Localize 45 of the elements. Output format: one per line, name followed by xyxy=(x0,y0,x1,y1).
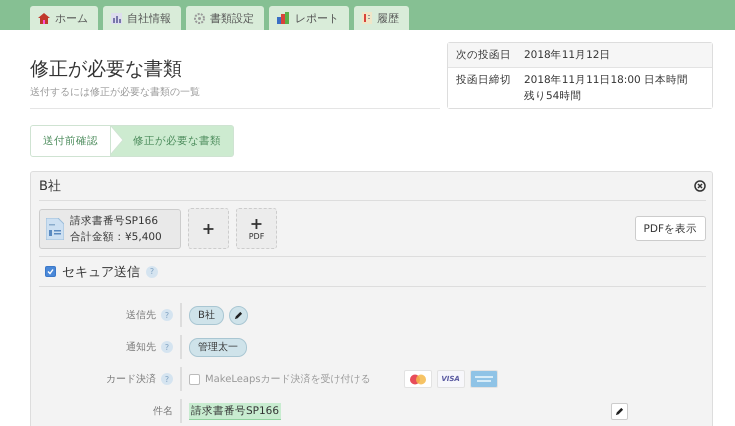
document-icon xyxy=(362,12,372,24)
nav-tab[interactable]: 書類設定 xyxy=(186,6,264,30)
add-button[interactable]: + xyxy=(188,208,229,249)
schedule-value: 2018年11月12日 xyxy=(524,48,610,62)
schedule-value: 残り54時間 xyxy=(524,89,582,103)
checkbox[interactable] xyxy=(45,266,56,277)
invoice-icon xyxy=(46,218,64,240)
recipient-tag[interactable]: B社 xyxy=(189,306,224,324)
house-icon xyxy=(38,12,50,24)
subject-value: 請求書番号SP166 xyxy=(189,402,282,420)
document-name: 請求書番号SP166 xyxy=(70,214,160,228)
field-label: カード決済 xyxy=(106,372,156,386)
close-icon[interactable] xyxy=(694,180,706,192)
nav-tab[interactable]: 履歴 xyxy=(354,6,409,30)
schedule-value: 2018年11月11日18:00 日本時間 xyxy=(524,73,688,87)
page-title: 修正が必要な書類 xyxy=(30,57,183,82)
card-logo-icon xyxy=(470,370,498,388)
bar-chart-icon xyxy=(111,12,122,24)
view-pdf-button[interactable]: PDFを表示 xyxy=(634,216,706,241)
nav-tab[interactable]: 自社情報 xyxy=(103,6,181,30)
gear-icon xyxy=(194,12,205,24)
step-arrow-icon xyxy=(111,126,124,154)
card-title: B社 xyxy=(39,178,61,195)
add-pdf-button[interactable]: + PDF xyxy=(236,208,277,249)
step-tab[interactable]: 修正が必要な書類 xyxy=(111,125,234,157)
field-label: 送信先 xyxy=(126,308,156,322)
pencil-icon xyxy=(234,310,243,320)
nav-tab[interactable]: レポート xyxy=(269,6,349,30)
pencil-icon xyxy=(615,406,624,416)
card-logo-icon xyxy=(404,370,432,388)
option-label: MakeLeapsカード決済を受け付ける xyxy=(205,372,371,386)
edit-button[interactable] xyxy=(228,306,248,324)
field-label: 件名 xyxy=(153,405,173,418)
secure-send-label: セキュア送信 xyxy=(62,264,140,280)
recipient-tag[interactable]: 管理太一 xyxy=(189,338,247,356)
field-label: 通知先 xyxy=(126,340,156,354)
nav-tab[interactable]: ホーム xyxy=(30,6,98,30)
page-subtitle: 送付するには修正が必要な書類の一覧 xyxy=(30,86,201,99)
schedule-label: 投函日締切 xyxy=(456,73,512,88)
checkbox[interactable] xyxy=(189,374,200,384)
schedule-label: 次の投函日 xyxy=(456,48,512,62)
edit-button[interactable] xyxy=(611,402,628,420)
document-tile[interactable]: 請求書番号SP166 合計金額：¥5,400 xyxy=(39,208,181,248)
document-total: 合計金額：¥5,400 xyxy=(70,230,162,244)
bar-chart-icon xyxy=(277,12,290,24)
